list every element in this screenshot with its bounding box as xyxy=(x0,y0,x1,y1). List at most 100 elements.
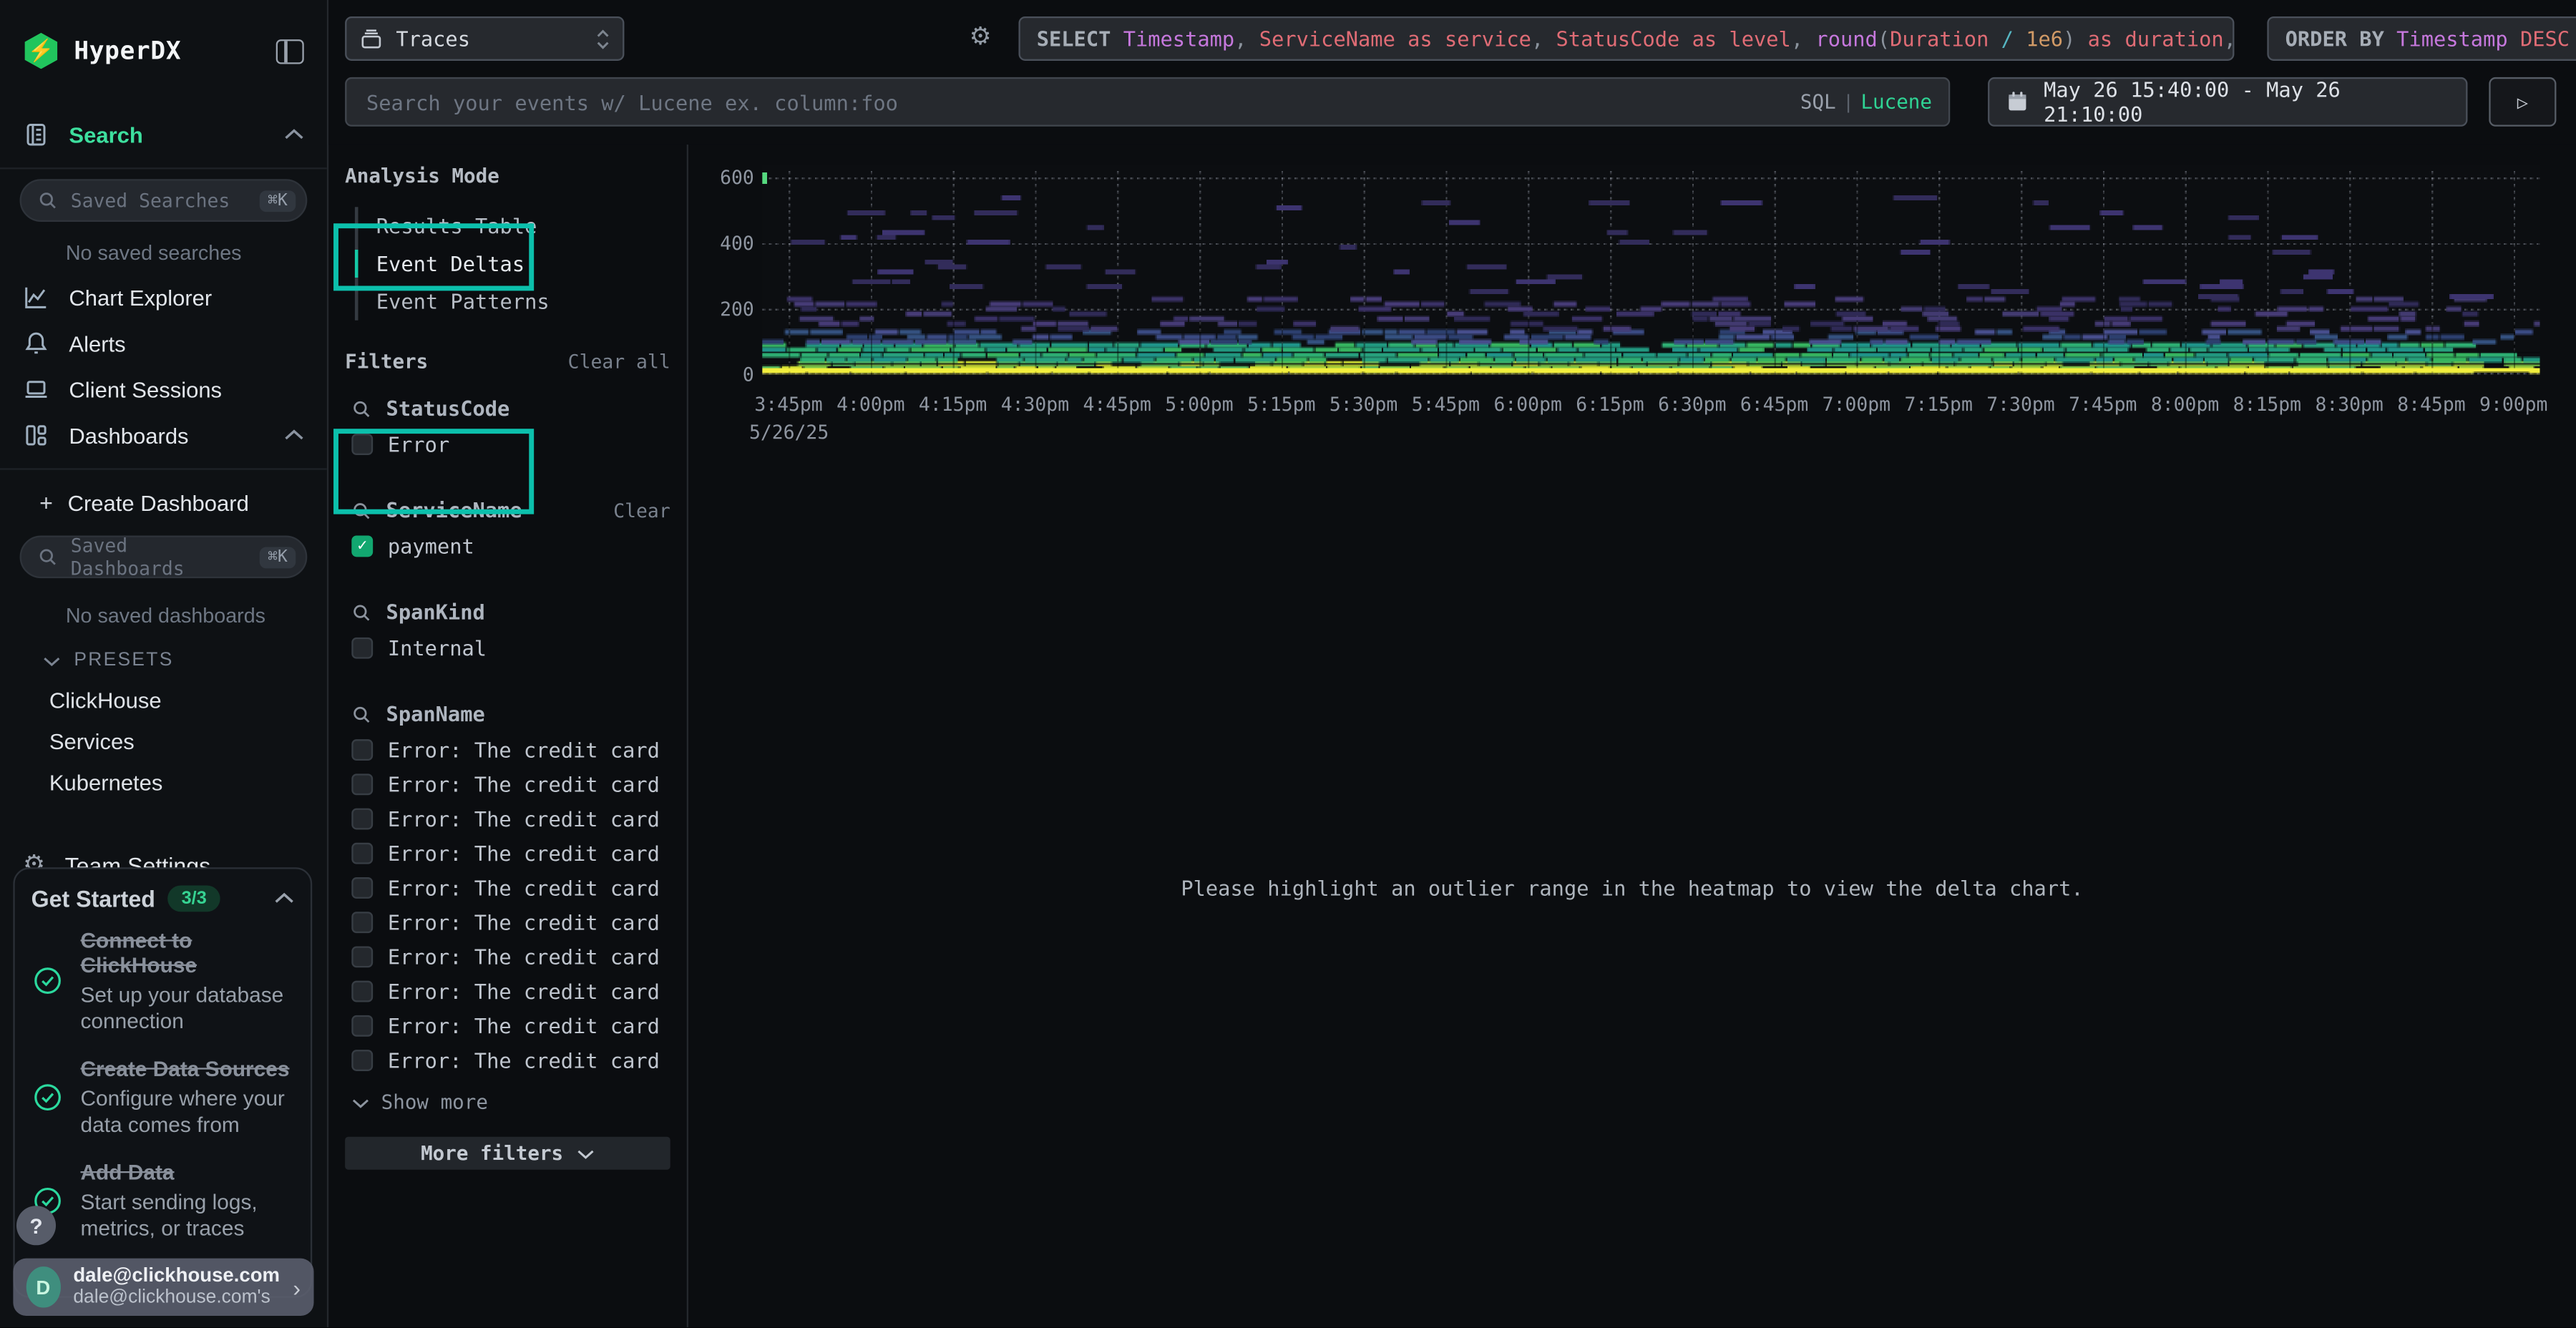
checkbox-unchecked[interactable] xyxy=(351,877,373,899)
show-more-link[interactable]: Show more xyxy=(351,1090,670,1113)
no-saved-searches-text: No saved searches xyxy=(0,232,327,275)
chevron-up-icon[interactable] xyxy=(274,892,294,905)
sidebar-item-chart-explorer[interactable]: Chart Explorer xyxy=(0,274,327,320)
user-email: dale@clickhouse.com xyxy=(73,1265,280,1288)
saved-searches-input[interactable]: Saved Searches ⌘K xyxy=(20,179,308,222)
filter-option-spanname[interactable]: Error: The credit card … xyxy=(345,1009,670,1043)
user-org: dale@clickhouse.com's xyxy=(73,1287,280,1309)
checkbox-unchecked[interactable] xyxy=(351,1015,373,1037)
checkbox-unchecked[interactable] xyxy=(351,773,373,795)
filter-group-label: ServiceName xyxy=(386,498,599,522)
chevron-up-icon xyxy=(284,128,304,141)
filter-option-spanname[interactable]: Error: The credit card … xyxy=(345,974,670,1008)
avatar: D xyxy=(26,1266,60,1307)
x-tick-label: 7:30pm xyxy=(1975,393,2067,416)
filter-option-payment[interactable]: ✓ payment xyxy=(345,529,670,563)
get-started-item-title: Create Data Sources xyxy=(81,1057,294,1082)
filter-option-spanname[interactable]: Error: The credit card … xyxy=(345,1043,670,1078)
y-tick-label: 200 xyxy=(688,298,754,321)
checkbox-unchecked[interactable] xyxy=(351,1050,373,1071)
checkbox-unchecked[interactable] xyxy=(351,809,373,830)
checkbox-unchecked[interactable] xyxy=(351,434,373,455)
date-range-value: May 26 15:40:00 - May 26 21:10:00 xyxy=(2044,77,2449,127)
create-dashboard-button[interactable]: + Create Dashboard xyxy=(0,479,327,525)
filter-option-label: Error: The credit card … xyxy=(388,806,670,831)
x-tick-label: 4:45pm xyxy=(1071,393,1163,416)
user-menu[interactable]: D dale@clickhouse.com dale@clickhouse.co… xyxy=(13,1259,313,1316)
search-icon[interactable] xyxy=(351,399,371,419)
search-icon[interactable] xyxy=(351,602,371,622)
sidebar-item-dashboards[interactable]: Dashboards xyxy=(0,412,327,458)
source-select[interactable]: Traces xyxy=(345,16,624,61)
checkbox-unchecked[interactable] xyxy=(351,843,373,864)
date-range-picker[interactable]: May 26 15:40:00 - May 26 21:10:00 xyxy=(1988,77,2467,127)
sidebar-item-search[interactable]: Search xyxy=(0,112,327,157)
filter-option-internal[interactable]: Internal xyxy=(345,631,670,665)
filter-option-spanname[interactable]: Error: The credit card … xyxy=(345,733,670,767)
x-tick-label: 8:30pm xyxy=(2303,393,2396,416)
y-tick-label: 600 xyxy=(688,166,754,189)
help-button[interactable]: ? xyxy=(16,1206,56,1245)
saved-dashboards-placeholder: Saved Dashboards xyxy=(71,534,247,580)
lang-toggle-lucene[interactable]: Lucene xyxy=(1860,90,1932,113)
sql-select-editor[interactable]: SELECT Timestamp, ServiceName as service… xyxy=(1018,16,2234,61)
x-tick-label: 4:30pm xyxy=(989,393,1081,416)
clear-all-link[interactable]: Clear all xyxy=(568,350,670,373)
filter-option-spanname[interactable]: Error: The credit card … xyxy=(345,767,670,801)
saved-searches-placeholder: Saved Searches xyxy=(71,189,247,212)
filter-option-spanname[interactable]: Error: The credit card … xyxy=(345,836,670,871)
analysis-mode-item[interactable]: Event Patterns xyxy=(358,283,670,321)
order-by-editor[interactable]: ORDER BY Timestamp DESC xyxy=(2267,16,2576,61)
search-input[interactable] xyxy=(363,88,1790,116)
preset-item-clickhouse[interactable]: ClickHouse xyxy=(0,680,327,721)
get-started-item[interactable]: Add DataStart sending logs, metrics, or … xyxy=(31,1161,294,1241)
filter-option-label: Error xyxy=(388,432,449,456)
create-dashboard-label: Create Dashboard xyxy=(68,490,304,514)
search-bar[interactable]: SQL | Lucene xyxy=(345,77,1950,127)
preset-item-services[interactable]: Services xyxy=(0,721,327,762)
heatmap-canvas[interactable] xyxy=(762,165,2540,375)
run-query-button[interactable]: ▷ xyxy=(2489,77,2556,127)
check-circle-icon xyxy=(31,1080,64,1113)
get-started-title: Get Started xyxy=(31,886,155,912)
search-icon[interactable] xyxy=(351,704,371,724)
filter-option-spanname[interactable]: Error: The credit card … xyxy=(345,871,670,905)
analysis-mode-item[interactable]: Event Deltas xyxy=(358,245,670,283)
source-settings-gear-icon[interactable]: ⚙ xyxy=(970,21,992,51)
filter-option-spanname[interactable]: Error: The credit card … xyxy=(345,905,670,939)
sidebar-item-client-sessions[interactable]: Client Sessions xyxy=(0,366,327,412)
analysis-mode-item[interactable]: Results Table xyxy=(358,207,670,245)
filter-option-spanname[interactable]: Error: The credit card … xyxy=(345,801,670,836)
saved-dashboards-input[interactable]: Saved Dashboards ⌘K xyxy=(20,535,308,578)
source-select-value: Traces xyxy=(396,26,583,51)
preset-item-kubernetes[interactable]: Kubernetes xyxy=(0,762,327,803)
filter-option-spanname[interactable]: Error: The credit card … xyxy=(345,939,670,974)
get-started-item[interactable]: Connect to ClickHouseSet up your databas… xyxy=(31,928,294,1034)
plus-icon: + xyxy=(39,489,53,516)
sidebar-item-alerts[interactable]: Alerts xyxy=(0,321,327,366)
checkbox-unchecked[interactable] xyxy=(351,638,373,659)
chart-icon xyxy=(23,284,49,311)
filter-group-statuscode: StatusCode xyxy=(351,396,670,420)
checkbox-unchecked[interactable] xyxy=(351,912,373,933)
sidebar-collapse-icon[interactable] xyxy=(276,39,304,63)
x-tick-label: 6:00pm xyxy=(1482,393,1574,416)
presets-label: PRESETS xyxy=(74,650,173,670)
chevron-down-icon xyxy=(351,1097,369,1108)
presets-toggle[interactable]: PRESETS xyxy=(0,638,327,680)
filter-option-label: Error: The credit card … xyxy=(388,841,670,866)
check-circle-icon xyxy=(31,965,64,997)
checkbox-checked[interactable]: ✓ xyxy=(351,535,373,557)
lang-toggle-sql[interactable]: SQL xyxy=(1800,90,1836,113)
search-icon[interactable] xyxy=(351,500,371,520)
analysis-mode-title: Analysis Mode xyxy=(345,165,670,187)
filter-option-error[interactable]: Error xyxy=(345,427,670,462)
checkbox-unchecked[interactable] xyxy=(351,946,373,967)
clear-link[interactable]: Clear xyxy=(613,499,670,522)
checkbox-unchecked[interactable] xyxy=(351,981,373,1002)
get-started-item[interactable]: Create Data SourcesConfigure where your … xyxy=(31,1057,294,1138)
checkbox-unchecked[interactable] xyxy=(351,739,373,761)
more-filters-button[interactable]: More filters xyxy=(345,1137,670,1170)
x-tick-label: 5:30pm xyxy=(1317,393,1410,416)
chevron-right-icon: › xyxy=(293,1274,301,1300)
